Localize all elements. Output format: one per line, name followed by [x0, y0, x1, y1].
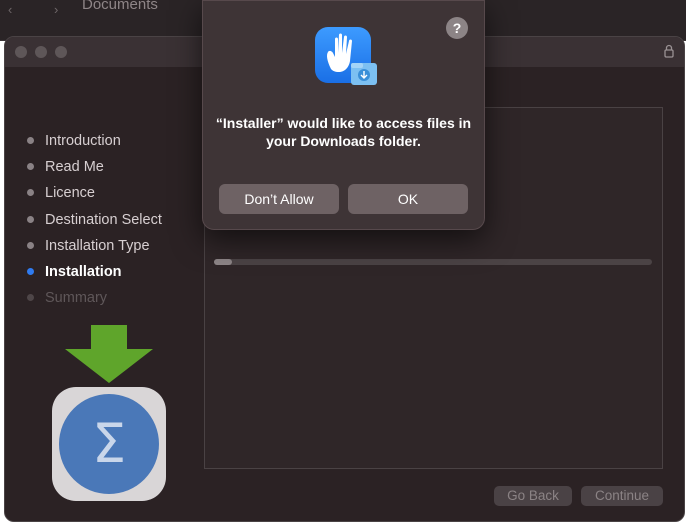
- step-destination-select: Destination Select: [25, 210, 162, 236]
- ok-button[interactable]: OK: [348, 184, 468, 214]
- installer-artwork: Σ: [52, 325, 166, 501]
- step-installation: Installation: [25, 262, 162, 288]
- installation-progress-bar: [214, 259, 652, 265]
- lock-icon: [664, 44, 674, 58]
- zoom-window-button[interactable]: [55, 46, 67, 58]
- down-arrow-icon: [65, 325, 153, 383]
- step-label: Installation: [45, 263, 122, 280]
- progress-fill: [214, 259, 232, 265]
- svg-text:Σ: Σ: [92, 412, 126, 475]
- background-window-title: Documents: [82, 0, 158, 13]
- dont-allow-button[interactable]: Don’t Allow: [219, 184, 339, 214]
- step-introduction: Introduction: [25, 131, 162, 157]
- step-label: Licence: [45, 185, 95, 202]
- step-label: Summary: [45, 290, 108, 307]
- help-button[interactable]: ?: [446, 17, 468, 39]
- step-bullet: [27, 137, 34, 144]
- dialog-message: “Installer” would like to access files i…: [215, 115, 472, 149]
- step-label: Introduction: [45, 133, 121, 149]
- step-read-me: Read Me: [25, 157, 162, 183]
- minimize-window-button[interactable]: [35, 46, 47, 58]
- step-installation-type: Installation Type: [25, 236, 162, 262]
- step-licence: Licence: [25, 183, 162, 209]
- step-label: Read Me: [45, 159, 104, 176]
- step-bullet: [27, 267, 34, 275]
- permission-dialog: ? “Installer” would like to access files…: [202, 0, 485, 230]
- back-nav-icon[interactable]: ‹: [8, 2, 12, 17]
- step-summary: Summary: [25, 288, 162, 314]
- forward-nav-icon[interactable]: ›: [54, 2, 58, 17]
- step-label: Destination Select: [45, 211, 162, 228]
- step-bullet: [27, 189, 34, 197]
- step-bullet: [27, 163, 34, 171]
- step-label: Installation Type: [45, 237, 150, 254]
- close-window-button[interactable]: [15, 46, 27, 58]
- sigma-app-icon: Σ: [52, 387, 166, 501]
- step-bullet: [27, 294, 34, 302]
- installer-steps-list: Introduction Read Me Licence Destination…: [25, 131, 162, 314]
- privacy-hand-icon: [315, 27, 377, 85]
- go-back-button[interactable]: Go Back: [494, 486, 572, 506]
- continue-button[interactable]: Continue: [581, 486, 663, 506]
- step-bullet: [27, 241, 34, 249]
- step-bullet: [27, 215, 34, 223]
